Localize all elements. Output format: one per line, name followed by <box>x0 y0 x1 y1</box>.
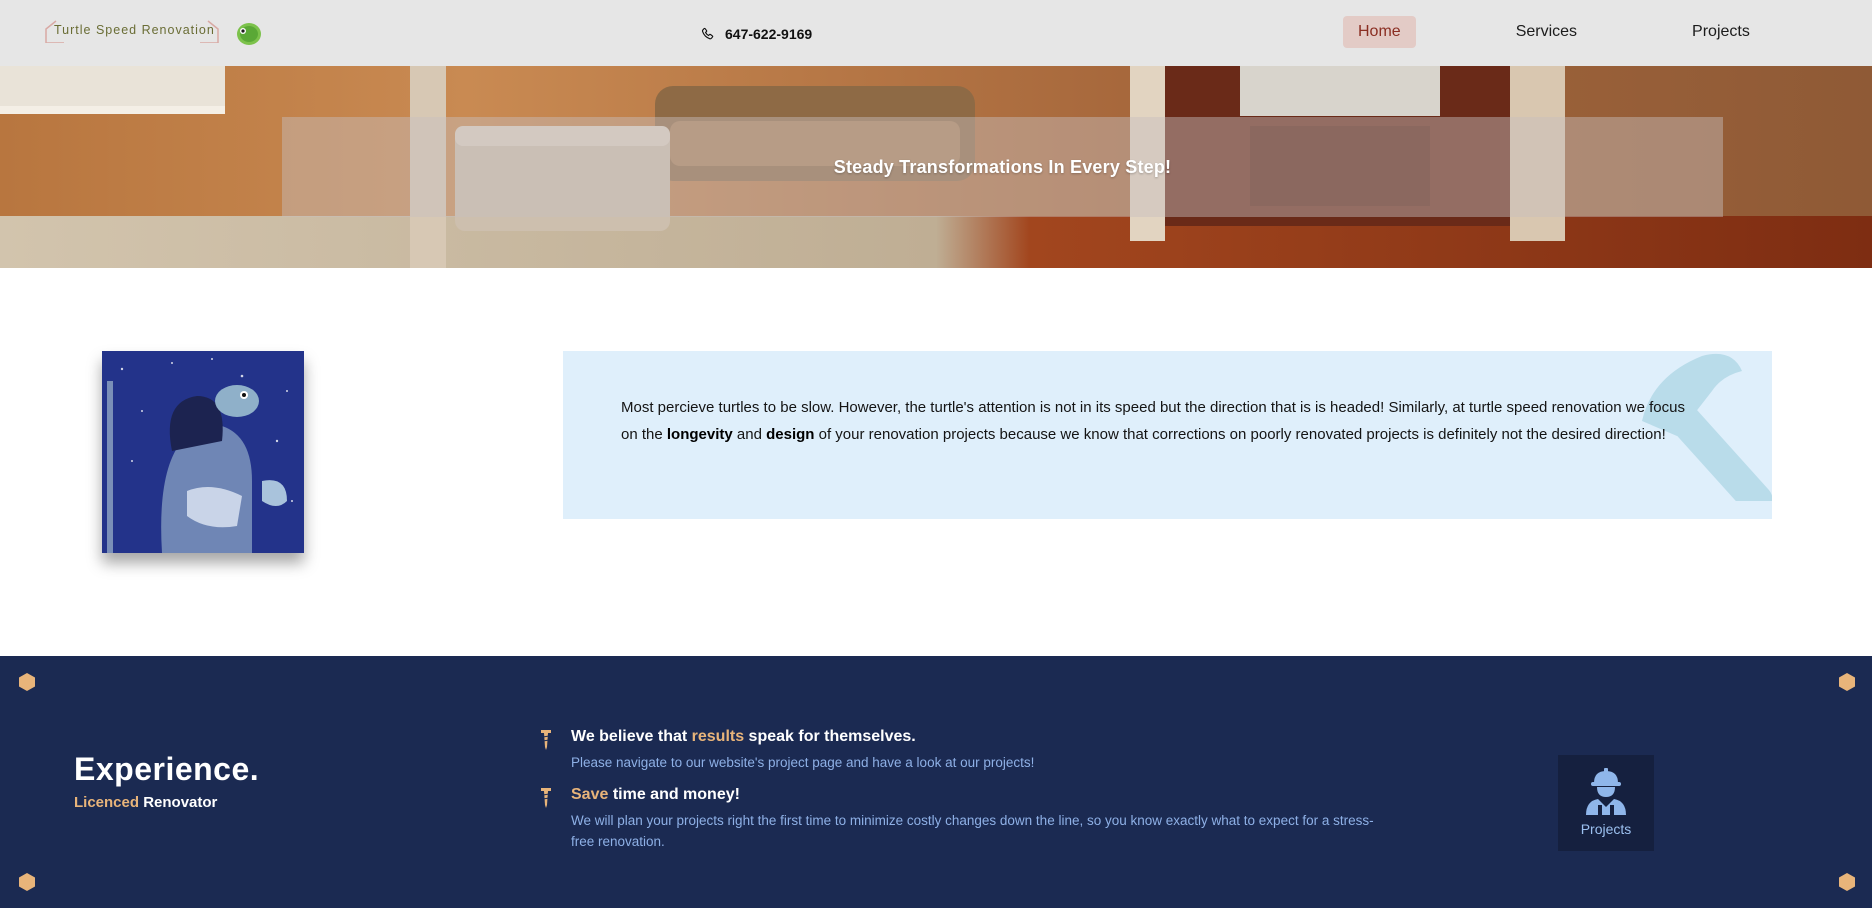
main-nav: Home Services Projects <box>1343 16 1765 48</box>
logo[interactable]: Turtle Speed Renovation <box>40 14 270 50</box>
turtle-mascot-image <box>102 351 304 553</box>
hero-banner: Steady Transformations In Every Step! <box>282 117 1723 217</box>
site-header: Turtle Speed Renovation 647-622-9169 Hom… <box>0 0 1872 66</box>
phone-contact[interactable]: 647-622-9169 <box>700 26 812 42</box>
hex-bolt-icon <box>1839 873 1855 891</box>
about-bold-longevity: longevity <box>666 426 733 443</box>
projects-tile-button[interactable]: Projects <box>1558 755 1654 851</box>
point-title: We believe that results speak for themse… <box>571 728 916 746</box>
point-title-accent: results <box>691 728 745 745</box>
hex-bolt-icon <box>19 873 35 891</box>
about-text-part-3: of your renovation projects because we k… <box>814 426 1666 443</box>
about-text-part-2: and <box>732 426 767 443</box>
point-text: We will plan your projects right the fir… <box>571 813 1374 849</box>
turtle-master-illustration <box>102 351 304 553</box>
screw-icon <box>541 730 551 750</box>
subtitle-rest: Renovator <box>139 794 218 811</box>
point-title-post: time and money! <box>608 786 740 803</box>
about-card: Most percieve turtles to be slow. Howeve… <box>563 351 1772 519</box>
nav-projects[interactable]: Projects <box>1677 16 1765 48</box>
experience-section: Experience. Licenced Renovator We believ… <box>0 656 1872 908</box>
about-bold-design: design <box>766 426 815 443</box>
subtitle-accent: Licenced <box>74 794 140 811</box>
hero-tagline: Steady Transformations In Every Step! <box>833 156 1172 177</box>
phone-number[interactable]: 647-622-9169 <box>725 26 812 42</box>
about-text: Most percieve turtles to be slow. Howeve… <box>621 394 1701 448</box>
hero-section: Steady Transformations In Every Step! <box>0 66 1872 268</box>
point-title: Save time and money! <box>571 786 740 804</box>
point-title-accent: Save <box>571 786 609 803</box>
point-title-pre: We believe that <box>571 728 692 745</box>
experience-subtitle: Licenced Renovator <box>74 794 217 811</box>
projects-tile-label[interactable]: Projects <box>1581 821 1632 837</box>
turtle-icon <box>237 23 261 45</box>
point-text: Please navigate to our website's project… <box>571 755 1035 770</box>
logo-text: Turtle Speed Renovation <box>54 23 215 37</box>
experience-title: Experience. <box>74 751 260 787</box>
screw-icon <box>541 788 551 808</box>
about-section: Most percieve turtles to be slow. Howeve… <box>0 268 1872 656</box>
hex-bolt-icon <box>19 673 35 691</box>
construction-worker-icon <box>1586 768 1626 815</box>
nav-services[interactable]: Services <box>1501 16 1592 48</box>
point-title-post: speak for themselves. <box>744 728 916 745</box>
phone-icon <box>701 27 714 39</box>
nav-home[interactable]: Home <box>1343 16 1416 48</box>
hex-bolt-icon <box>1839 673 1855 691</box>
